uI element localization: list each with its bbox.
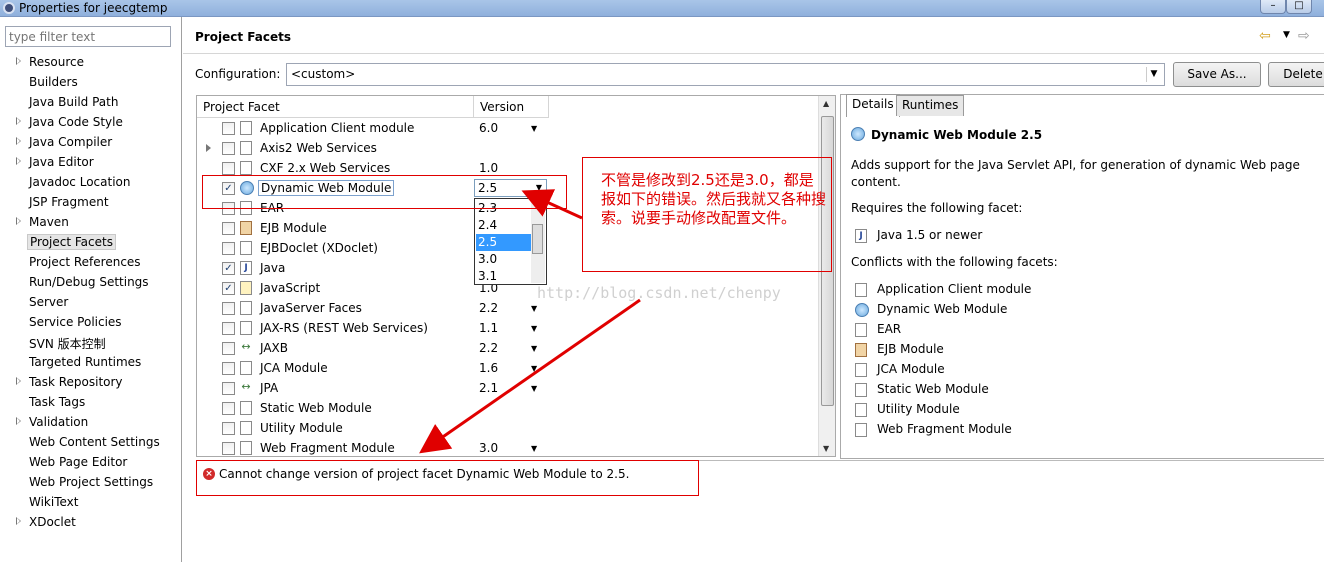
arrow-to-version bbox=[521, 189, 583, 220]
annotation-arrows bbox=[419, 189, 641, 454]
arrow-to-error bbox=[419, 298, 641, 454]
